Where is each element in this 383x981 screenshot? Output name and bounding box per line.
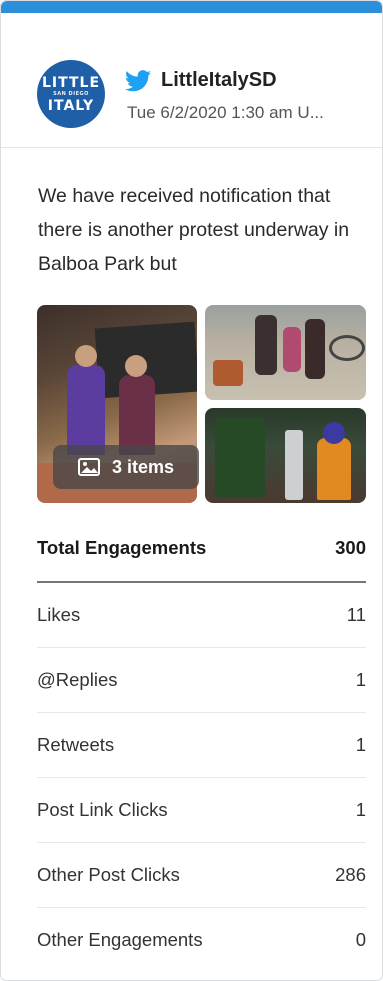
stat-value: 1 [355, 669, 366, 690]
image-person [255, 315, 277, 375]
accent-bar [1, 1, 382, 13]
post-text[interactable]: We have received notification that there… [38, 179, 358, 281]
stat-row-total-engagements: Total Engagements 300 [37, 515, 366, 583]
avatar-text-bottom: ITALY [47, 97, 95, 114]
handle-row: LittleItalySD [125, 69, 277, 92]
stat-label: @Replies [37, 669, 118, 690]
stat-value: 286 [335, 864, 366, 885]
post-timestamp: Tue 6/2/2020 1:30 am U... [127, 103, 324, 122]
stat-value: 1 [355, 734, 366, 755]
stat-value: 11 [346, 604, 366, 625]
image-person [67, 365, 105, 455]
image-person [283, 327, 301, 372]
text-fade [298, 247, 358, 281]
media-count-label: 3 items [111, 456, 175, 477]
image-object [213, 360, 243, 386]
stat-label: Likes [37, 604, 81, 625]
image-person [119, 375, 155, 455]
image-head [75, 345, 97, 367]
stat-label: Total Engagements [37, 537, 207, 558]
stat-row-other-engagements: Other Engagements 0 [37, 908, 366, 972]
media-count-badge[interactable]: 3 items [53, 445, 199, 489]
stat-value: 300 [335, 537, 366, 558]
twitter-icon [125, 69, 151, 91]
post-header: LITTLE SAN DIEGO ITALY LittleItalySD Tue… [1, 13, 382, 148]
account-handle[interactable]: LittleItalySD [161, 69, 277, 92]
image-post [285, 430, 303, 500]
image-tree [215, 418, 265, 498]
stat-label: Post Link Clicks [37, 799, 168, 820]
post-card[interactable]: LITTLE SAN DIEGO ITALY LittleItalySD Tue… [0, 0, 383, 981]
image-bicycle [329, 335, 365, 361]
media-grid[interactable]: 3 items [37, 305, 366, 503]
stat-label: Other Post Clicks [37, 864, 180, 885]
media-image-2[interactable] [205, 305, 366, 400]
image-icon [77, 458, 100, 476]
stat-value: 0 [355, 929, 366, 950]
media-image-3[interactable] [205, 408, 366, 503]
stat-value: 1 [355, 799, 366, 820]
engagement-stats: Total Engagements 300 Likes 11 @Replies … [37, 515, 366, 972]
image-person [317, 438, 351, 500]
stat-row-retweets: Retweets 1 [37, 713, 366, 778]
stat-row-other-post-clicks: Other Post Clicks 286 [37, 843, 366, 908]
stat-label: Retweets [37, 734, 115, 755]
stat-row-post-link-clicks: Post Link Clicks 1 [37, 778, 366, 843]
image-head [125, 355, 147, 377]
image-head [323, 422, 345, 444]
stat-row-likes: Likes 11 [37, 583, 366, 648]
avatar-text-middle: SAN DIEGO [53, 90, 89, 97]
image-person [305, 319, 325, 379]
avatar[interactable]: LITTLE SAN DIEGO ITALY [37, 60, 105, 128]
avatar-text-top: LITTLE [41, 74, 101, 91]
stat-row-replies: @Replies 1 [37, 648, 366, 713]
stat-label: Other Engagements [37, 929, 203, 950]
